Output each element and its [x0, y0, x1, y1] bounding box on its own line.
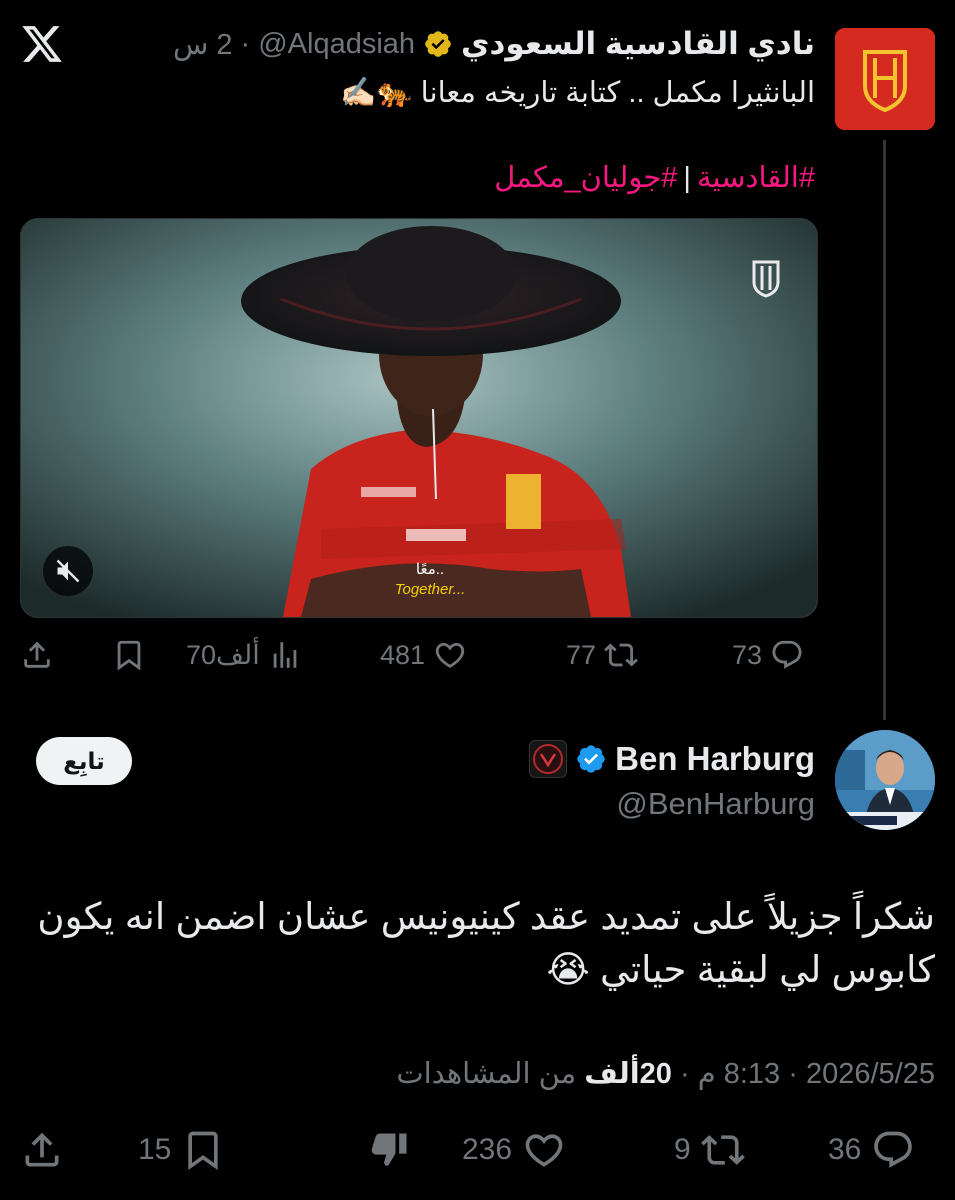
bookmark-button[interactable]: 15	[138, 1120, 225, 1180]
share-button[interactable]	[20, 630, 54, 680]
like-button[interactable]: 481	[380, 630, 467, 680]
speaker-muted-icon	[56, 559, 80, 583]
bookmark-icon	[188, 1131, 219, 1171]
reply-button[interactable]: 36	[828, 1120, 915, 1180]
retweets-count: 9	[674, 1133, 691, 1166]
author-name[interactable]: نادي القادسية السعودي	[461, 26, 815, 62]
video-subtitle: معًا.. Together...	[370, 560, 490, 600]
tweet1-header: نادي القادسية السعودي @Alqadsiah · 2 س	[125, 26, 815, 62]
tweet1-video[interactable]	[20, 218, 818, 618]
tweet1-hashtags: #القادسية|#جوليان_مكمل	[115, 160, 815, 195]
thumbs-down-icon	[371, 1133, 407, 1166]
bookmark-button[interactable]	[112, 630, 146, 680]
separator-dot: ·	[240, 27, 251, 60]
retweets-count: 77	[566, 639, 597, 670]
x-logo-icon[interactable]	[20, 22, 64, 66]
retweet-button[interactable]: 9	[674, 1120, 745, 1180]
share-icon	[24, 641, 50, 668]
ben-harburg-avatar[interactable]	[835, 730, 935, 830]
qadsiah-avatar[interactable]	[835, 28, 935, 130]
replies-count: 36	[828, 1133, 862, 1166]
heart-icon	[435, 642, 465, 668]
retweet-button[interactable]: 77	[566, 630, 638, 680]
mute-button[interactable]	[43, 546, 93, 596]
analytics-icon	[273, 642, 297, 668]
like-button[interactable]: 236	[462, 1120, 566, 1180]
views-count: 70ألف	[186, 639, 260, 670]
likes-count: 236	[462, 1133, 513, 1166]
reply-icon	[874, 1131, 913, 1168]
hashtag-link[interactable]: #القادسية	[697, 162, 815, 194]
reply-icon	[772, 640, 802, 669]
subtitle-ar: معًا..	[415, 561, 445, 578]
bookmarks-count: 15	[138, 1133, 172, 1166]
verified-gold-icon	[425, 31, 451, 57]
views-button[interactable]: 70ألف	[186, 630, 302, 680]
separator-dot: ·	[788, 1058, 798, 1090]
verified-blue-icon	[577, 745, 605, 773]
thread-line	[883, 140, 886, 720]
tweet-time[interactable]: 8:13 م	[698, 1058, 780, 1090]
affiliation-badge-icon[interactable]	[529, 740, 568, 778]
tweet1-actions: 70ألف 481 77 73	[20, 630, 816, 680]
author-handle[interactable]: @Alqadsiah	[258, 28, 415, 61]
tweet2-text: شكراً جزيلاً على تمديد عقد كينيونيس عشان…	[37, 896, 935, 990]
views-label: من المشاهدات	[396, 1058, 577, 1090]
club-watermark-icon	[746, 256, 786, 302]
hashtag-link[interactable]: #جوليان_مكمل	[494, 162, 677, 194]
subtitle-en: Together...	[394, 581, 466, 598]
views-count: 20ألف	[584, 1058, 672, 1090]
share-button[interactable]	[20, 1120, 64, 1180]
tweet1-text: البانثيرا مكمل .. كتابة تاريخه معانا 🐅✍🏻	[340, 77, 815, 109]
reply-button[interactable]: 73	[732, 630, 804, 680]
replies-count: 73	[732, 639, 763, 670]
tweet2-meta: 2026/5/25 · 8:13 م · 20ألف من المشاهدات	[35, 1056, 935, 1091]
tweet2-header: Ben Harburg	[529, 740, 815, 778]
hashtag-separator: |	[683, 162, 691, 194]
separator-dot: ·	[679, 1058, 690, 1090]
retweet-icon	[604, 643, 638, 667]
tweet2-actions: 15 236 9 36	[20, 1120, 935, 1180]
author-handle[interactable]: @BenHarburg	[616, 786, 815, 822]
follow-button[interactable]: تابِع	[36, 737, 132, 785]
share-icon	[25, 1132, 59, 1167]
bookmark-icon	[117, 640, 141, 671]
likes-count: 481	[380, 639, 426, 670]
tweet-time[interactable]: 2 س	[173, 27, 233, 62]
author-name[interactable]: Ben Harburg	[615, 740, 815, 778]
heart-icon	[525, 1134, 563, 1167]
tweet-date[interactable]: 2026/5/25	[806, 1058, 935, 1090]
retweet-icon	[700, 1135, 745, 1165]
dislike-button[interactable]	[368, 1120, 412, 1180]
